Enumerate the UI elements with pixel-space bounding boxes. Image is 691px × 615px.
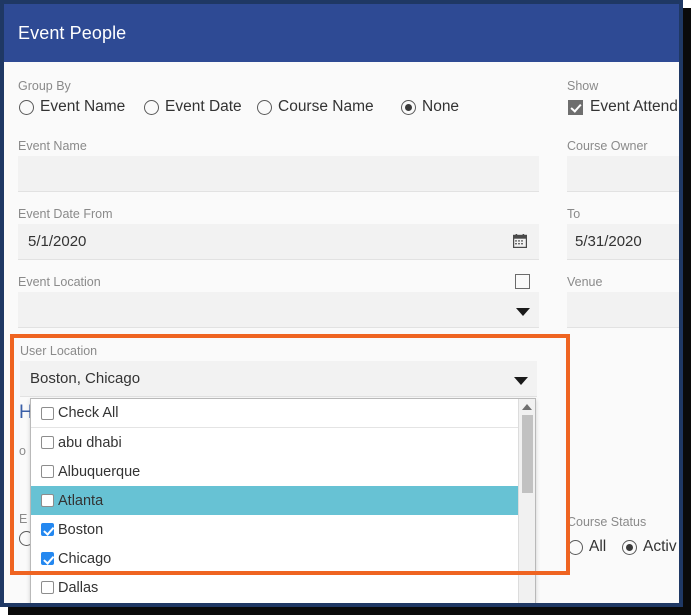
- user-location-option-list[interactable]: Check All abu dhabi Albuquerque Atlanta Bost…: [31, 399, 518, 603]
- checkbox-label-event-attendance[interactable]: Event Attend: [590, 98, 678, 116]
- dropdown-option-label: Dallas: [58, 579, 99, 596]
- application-window: Event People Group By Event Name Event D…: [0, 0, 683, 607]
- course-status-label: Course Status: [567, 515, 647, 529]
- screenshot-root: Event People Group By Event Name Event D…: [0, 0, 691, 615]
- dropdown-option-label: Boston: [58, 521, 104, 538]
- user-location-value: Boston, Chicago: [30, 370, 141, 387]
- event-name-label: Event Name: [18, 139, 87, 153]
- radio-label-course-status-all[interactable]: All: [589, 538, 606, 556]
- radio-group-by-course-name[interactable]: [257, 100, 272, 115]
- course-owner-input[interactable]: [567, 156, 679, 192]
- page-title: Event People: [18, 23, 127, 43]
- show-label: Show: [567, 79, 599, 93]
- radio-label-event-date[interactable]: Event Date: [165, 98, 242, 116]
- dropdown-option-label: Check All: [58, 405, 119, 421]
- dropdown-option-checkbox[interactable]: [41, 552, 54, 565]
- dropdown-option-label: Atlanta: [58, 492, 104, 509]
- dropdown-option-checkbox[interactable]: [41, 523, 54, 536]
- event-date-to-value: 5/31/2020: [575, 233, 642, 250]
- radio-label-course-status-active[interactable]: Activ: [643, 538, 677, 556]
- user-location-dropdown[interactable]: Check All abu dhabi Albuquerque Atlanta Bost…: [30, 398, 536, 603]
- event-name-input[interactable]: [18, 156, 539, 192]
- radio-group-by-none[interactable]: [401, 100, 416, 115]
- event-date-from-value: 5/1/2020: [28, 233, 87, 250]
- dropdown-option[interactable]: Atlanta: [31, 486, 518, 515]
- event-location-label: Event Location: [18, 275, 101, 289]
- search-criteria-panel: Group By Event Name Event Date Course Na…: [4, 62, 679, 603]
- dropdown-option-label: Chicago: [58, 550, 112, 567]
- calendar-icon[interactable]: [513, 234, 527, 248]
- venue-label: Venue: [567, 275, 603, 289]
- chevron-down-icon-user-location[interactable]: [514, 377, 528, 385]
- dropdown-option-label: abu dhabi: [58, 434, 122, 451]
- checkbox-show-event-attendance[interactable]: [568, 100, 583, 115]
- window-titlebar: Event People: [4, 4, 679, 62]
- dropdown-option-checkbox[interactable]: [41, 494, 54, 507]
- course-owner-label: Course Owner: [567, 139, 648, 153]
- radio-label-course-name[interactable]: Course Name: [278, 98, 374, 116]
- event-location-select[interactable]: [18, 292, 539, 328]
- radio-group-by-event-name[interactable]: [19, 100, 34, 115]
- radio-course-status-active[interactable]: [622, 540, 637, 555]
- dropdown-option-checkbox[interactable]: [41, 581, 54, 594]
- dropdown-option-checkbox[interactable]: [41, 465, 54, 478]
- checkbox-event-location[interactable]: [515, 274, 530, 289]
- dropdown-scrollbar[interactable]: [518, 399, 535, 603]
- scroll-up-arrow-icon[interactable]: [522, 404, 532, 410]
- radio-group-by-event-date[interactable]: [144, 100, 159, 115]
- radio-course-status-all[interactable]: [568, 540, 583, 555]
- dropdown-option[interactable]: Boston: [31, 515, 518, 544]
- dropdown-option[interactable]: Dallas: [31, 573, 518, 602]
- dropdown-option-checkbox[interactable]: [41, 436, 54, 449]
- group-by-label: Group By: [18, 79, 71, 93]
- event-date-to-label: To: [567, 207, 581, 221]
- dropdown-option-label: Albuquerque: [58, 463, 141, 480]
- dropdown-option-checkbox[interactable]: [41, 406, 54, 420]
- scrollbar-thumb[interactable]: [522, 415, 533, 493]
- dropdown-option[interactable]: abu dhabi: [31, 428, 518, 457]
- event-date-from-label: Event Date From: [18, 207, 113, 221]
- obscured-option-label: o: [19, 444, 26, 458]
- user-location-label: User Location: [20, 344, 98, 358]
- radio-label-none[interactable]: None: [422, 98, 459, 116]
- venue-input[interactable]: [567, 292, 679, 328]
- obscured-field-label: E: [19, 512, 28, 526]
- dropdown-option[interactable]: Check All: [31, 399, 518, 428]
- radio-label-event-name[interactable]: Event Name: [40, 98, 125, 116]
- dropdown-option[interactable]: Chicago: [31, 544, 518, 573]
- event-date-from-input[interactable]: [18, 224, 539, 260]
- chevron-down-icon-event-location[interactable]: [516, 308, 530, 316]
- dropdown-option[interactable]: Albuquerque: [31, 457, 518, 486]
